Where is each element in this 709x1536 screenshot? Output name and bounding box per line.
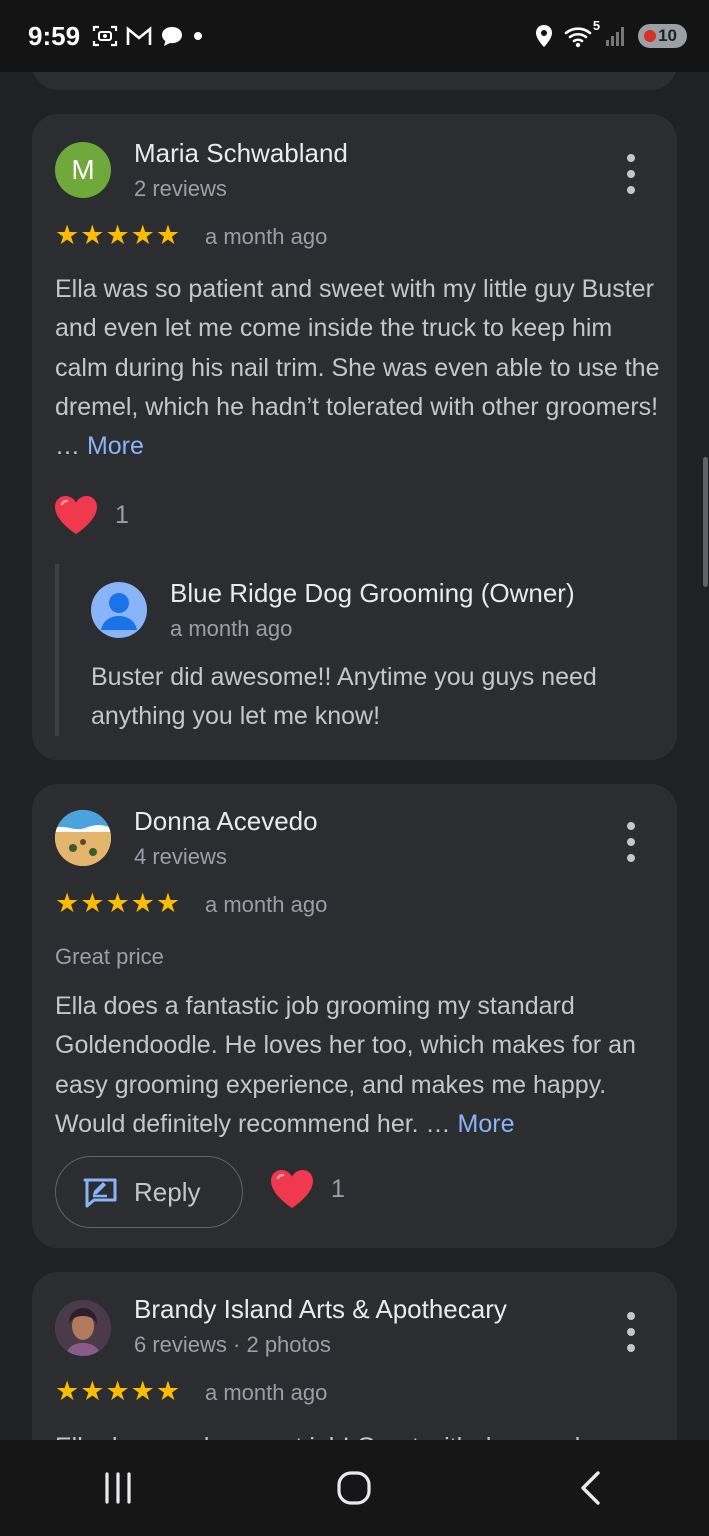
scrollbar[interactable] xyxy=(703,457,708,587)
more-link[interactable]: More xyxy=(458,1110,515,1138)
more-options-icon[interactable] xyxy=(617,1312,645,1352)
star-icon: ★ xyxy=(105,220,130,250)
reviews-list[interactable]: M Maria Schwabland 2 reviews ★ ★ ★ ★ ★ a mon… xyxy=(0,72,709,1440)
screenshot-icon xyxy=(92,25,118,47)
portrait-photo-icon xyxy=(55,1300,111,1356)
beach-photo-icon xyxy=(55,810,111,866)
battery-low-icon xyxy=(644,30,657,42)
avatar[interactable]: M xyxy=(55,142,111,198)
star-icon: ★ xyxy=(130,220,155,250)
more-options-icon[interactable] xyxy=(617,154,645,194)
review-text: Ella does a fantastic job grooming my st… xyxy=(55,987,660,1144)
star-icon: ★ xyxy=(55,888,80,918)
navigation-bar xyxy=(0,1440,709,1536)
status-bar: 9:59 5 10 xyxy=(0,0,709,72)
reply-edit-icon xyxy=(83,1178,117,1208)
reply-button[interactable]: Reply xyxy=(55,1156,243,1228)
owner-name: Blue Ridge Dog Grooming (Owner) xyxy=(170,578,575,608)
recents-icon xyxy=(105,1472,131,1504)
more-options-icon[interactable] xyxy=(617,822,645,862)
star-icon: ★ xyxy=(105,1376,130,1406)
previous-review-card xyxy=(32,72,677,90)
reply-label: Reply xyxy=(134,1176,201,1207)
avatar[interactable] xyxy=(55,1300,111,1356)
review-date: a month ago xyxy=(205,224,328,249)
review-text: Ella does such a great job! Great with d… xyxy=(55,1428,660,1440)
star-icon: ★ xyxy=(80,220,105,250)
avatar[interactable] xyxy=(55,810,111,866)
status-time: 9:59 xyxy=(28,20,81,51)
reviewer-name[interactable]: Brandy Island Arts & Apothecary xyxy=(134,1294,507,1325)
avatar-letter: M xyxy=(71,154,95,185)
battery-level: 10 xyxy=(658,26,677,45)
star-icon: ★ xyxy=(55,220,80,250)
home-icon xyxy=(337,1471,372,1505)
like-count: 1 xyxy=(115,500,129,529)
wifi-icon xyxy=(564,27,592,48)
star-rating: ★ ★ ★ ★ ★ xyxy=(55,888,180,918)
back-button[interactable] xyxy=(551,1458,631,1518)
owner-reply-text: Buster did awesome!! Anytime you guys ne… xyxy=(91,663,597,731)
star-icon: ★ xyxy=(55,1376,80,1406)
star-rating: ★ ★ ★ ★ ★ xyxy=(55,1376,180,1406)
star-icon: ★ xyxy=(80,1376,105,1406)
wifi-badge: 5 xyxy=(592,18,601,33)
owner-reply: Blue Ridge Dog Grooming (Owner) a month … xyxy=(55,564,659,736)
gmail-icon xyxy=(126,26,152,45)
back-icon xyxy=(581,1471,600,1505)
reviewer-meta: 6 reviews · 2 photos xyxy=(134,1332,331,1357)
review-card: M Maria Schwabland 2 reviews ★ ★ ★ ★ ★ a mon… xyxy=(32,114,677,760)
star-icon: ★ xyxy=(105,888,130,918)
like-button[interactable]: 1 xyxy=(269,1168,345,1210)
review-card: Brandy Island Arts & Apothecary 6 review… xyxy=(32,1272,677,1440)
owner-avatar xyxy=(91,582,147,638)
like-button[interactable]: 1 xyxy=(53,494,129,536)
wifi-indicator: 5 xyxy=(564,18,600,48)
review-date: a month ago xyxy=(205,1380,328,1405)
location-icon xyxy=(536,25,553,47)
signal-icon xyxy=(606,27,625,46)
heart-icon xyxy=(55,496,97,534)
like-count: 1 xyxy=(331,1174,345,1203)
review-text-content: Ella does a fantastic job grooming my st… xyxy=(55,992,636,1138)
star-rating: ★ ★ ★ ★ ★ xyxy=(55,220,180,250)
review-tag: Great price xyxy=(55,944,164,969)
dot-icon xyxy=(194,32,203,40)
reviewer-name[interactable]: Donna Acevedo xyxy=(134,806,318,837)
star-icon: ★ xyxy=(80,888,105,918)
review-text-content: Ella was so patient and sweet with my li… xyxy=(55,275,660,461)
reviewer-name[interactable]: Maria Schwabland xyxy=(134,138,348,169)
recents-button[interactable] xyxy=(78,1458,158,1518)
chat-bubble-icon xyxy=(162,27,183,46)
star-icon: ★ xyxy=(155,220,181,250)
heart-icon xyxy=(271,1170,313,1208)
star-icon: ★ xyxy=(130,888,155,918)
review-text: Ella was so patient and sweet with my li… xyxy=(55,270,660,466)
person-icon xyxy=(101,593,137,630)
reviewer-meta: 2 reviews xyxy=(134,176,227,201)
star-icon: ★ xyxy=(155,888,181,918)
more-link[interactable]: More xyxy=(87,432,144,460)
owner-reply-date: a month ago xyxy=(170,616,293,641)
battery-indicator: 10 xyxy=(638,24,687,48)
star-icon: ★ xyxy=(155,1376,181,1406)
home-button[interactable] xyxy=(314,1458,394,1518)
reviewer-meta: 4 reviews xyxy=(134,844,227,869)
review-card: Donna Acevedo 4 reviews ★ ★ ★ ★ ★ a month ag… xyxy=(32,784,677,1248)
review-date: a month ago xyxy=(205,892,328,917)
star-icon: ★ xyxy=(130,1376,155,1406)
